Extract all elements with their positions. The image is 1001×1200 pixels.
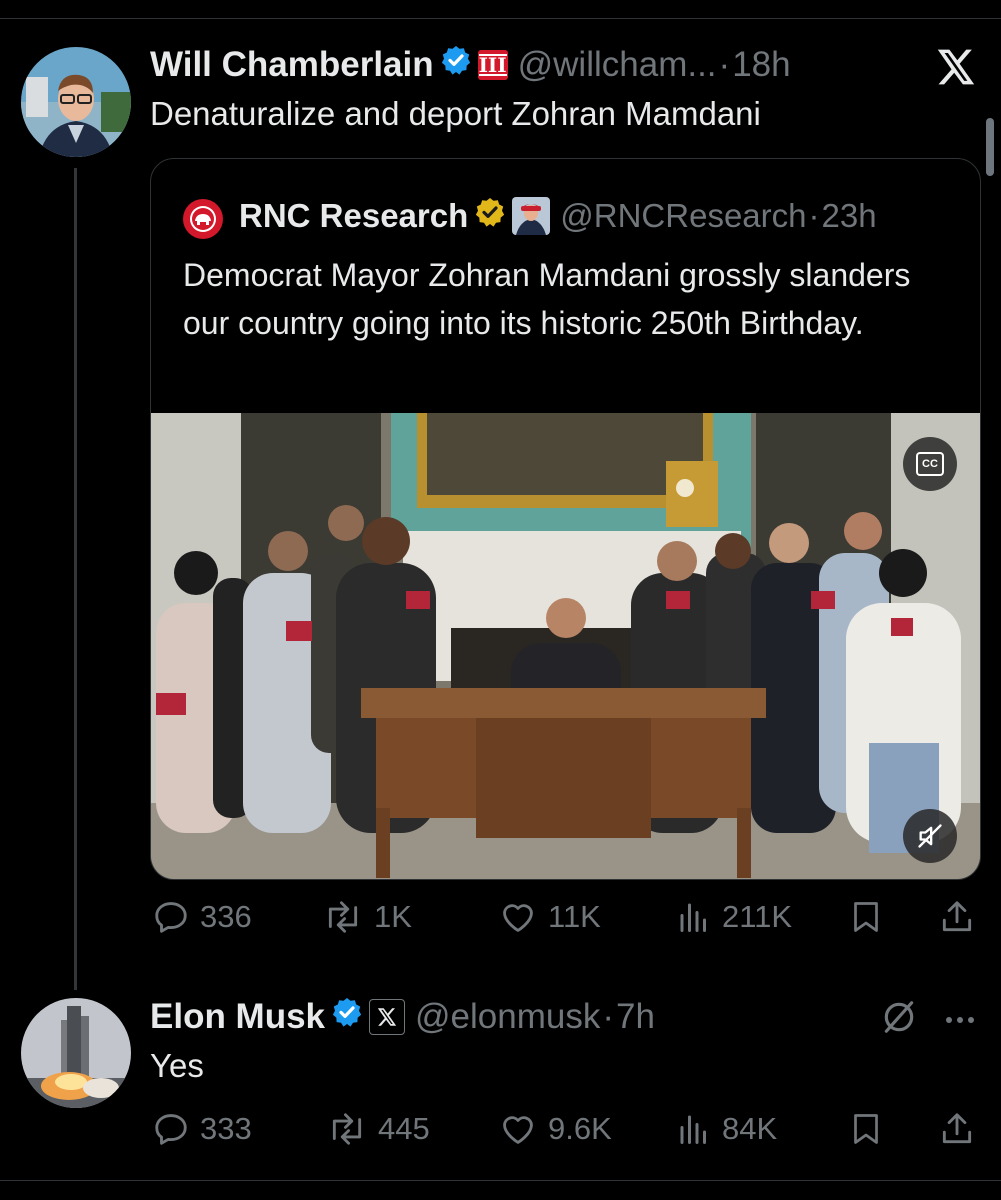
top-divider: [0, 18, 1001, 19]
author-avatar[interactable]: [21, 47, 131, 157]
separator: ·: [718, 44, 731, 84]
repost-icon: [332, 1113, 362, 1145]
reply-actions: 333 445 9.6K 84K: [0, 1108, 1001, 1154]
verified-badge-icon: [440, 44, 472, 85]
views-button[interactable]: 84K: [676, 1110, 777, 1148]
share-button[interactable]: [938, 1110, 976, 1148]
repost-button[interactable]: 1K: [322, 898, 412, 936]
like-button[interactable]: 11K: [498, 898, 601, 936]
views-count: 211K: [722, 899, 793, 934]
author-name[interactable]: Will Chamberlain: [150, 45, 434, 85]
reply-avatar[interactable]: [21, 998, 131, 1108]
reply-count: 336: [200, 899, 252, 934]
reply-icon: [155, 1114, 187, 1145]
reply-handle[interactable]: @elonmusk: [415, 997, 600, 1037]
quoted-text: Democrat Mayor Zohran Mamdani grossly sl…: [183, 257, 911, 341]
reply-button[interactable]: 333: [152, 1110, 252, 1148]
author-handle[interactable]: @willcham...: [518, 45, 717, 85]
thread-line: [74, 168, 77, 990]
views-icon: [680, 1115, 706, 1144]
verified-badge-icon: [331, 996, 363, 1037]
verified-gold-badge-icon: [474, 196, 506, 236]
reply-button[interactable]: 336: [152, 898, 252, 936]
separator: ·: [602, 996, 615, 1036]
share-icon: [942, 1113, 972, 1144]
repost-button[interactable]: 445: [326, 1110, 430, 1148]
share-icon: [942, 901, 972, 932]
views-button[interactable]: 211K: [676, 898, 792, 936]
like-count: 9.6K: [548, 1111, 612, 1146]
repost-icon: [328, 901, 358, 933]
affiliate-avatar: [512, 197, 551, 235]
repost-count: 445: [378, 1111, 430, 1146]
mute-button[interactable]: [903, 809, 957, 863]
more-icon[interactable]: [944, 1012, 976, 1023]
heart-icon: [503, 1116, 533, 1144]
post-actions: 336 1K 11K 211K: [0, 896, 1001, 942]
quoted-avatar[interactable]: [183, 199, 223, 239]
grok-icon[interactable]: [880, 998, 918, 1036]
captions-icon: CC: [916, 452, 944, 476]
separator: ·: [808, 197, 820, 234]
reply-time[interactable]: 7h: [616, 997, 655, 1037]
post-text: Denaturalize and deport Zohran Mamdani: [150, 95, 761, 132]
video-thumbnail[interactable]: CC: [151, 413, 980, 879]
affiliation-badge: III: [477, 49, 508, 80]
x-affiliate-badge-icon: [369, 998, 406, 1035]
heart-icon: [503, 904, 533, 932]
reply-author-name[interactable]: Elon Musk: [150, 997, 325, 1037]
reply-header: Elon Musk @elonmusk · 7h: [150, 996, 655, 1037]
quoted-time[interactable]: 23h: [822, 197, 877, 235]
post-time[interactable]: 18h: [732, 45, 790, 85]
x-logo-icon[interactable]: [936, 48, 976, 86]
bookmark-icon: [854, 902, 878, 932]
bookmark-icon: [854, 1114, 878, 1144]
quoted-post[interactable]: RNC Research @RNCResearch · 23h Democrat…: [150, 158, 981, 880]
repost-count: 1K: [374, 899, 412, 934]
views-count: 84K: [722, 1111, 778, 1146]
quoted-author-name[interactable]: RNC Research: [239, 197, 468, 235]
bookmark-button[interactable]: [848, 1110, 884, 1148]
like-count: 11K: [548, 899, 601, 934]
post-header: Will Chamberlain III @willcham... · 18h: [150, 44, 791, 85]
bottom-divider: [0, 1180, 1001, 1181]
reply-text: Yes: [150, 1047, 204, 1084]
share-button[interactable]: [938, 898, 976, 936]
scrollbar[interactable]: [986, 118, 994, 176]
bookmark-button[interactable]: [848, 898, 884, 936]
like-button[interactable]: 9.6K: [498, 1110, 612, 1148]
reply-icon: [155, 902, 187, 933]
views-icon: [680, 903, 706, 932]
quoted-handle[interactable]: @RNCResearch: [560, 197, 806, 235]
captions-button[interactable]: CC: [903, 437, 957, 491]
reply-count: 333: [200, 1111, 252, 1146]
quoted-header: RNC Research @RNCResearch · 23h: [239, 196, 877, 236]
mute-icon: [918, 824, 942, 848]
